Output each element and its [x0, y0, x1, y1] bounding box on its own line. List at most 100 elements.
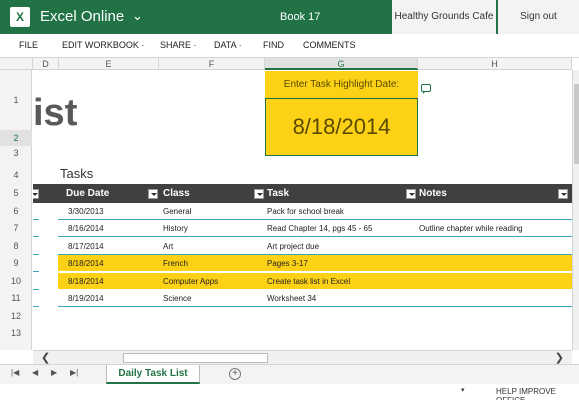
cell-due-date[interactable]: 8/18/2014	[68, 273, 104, 290]
header-class[interactable]: Class	[163, 184, 190, 203]
worksheet-grid: D E F G H 1 2 3 4 5 6 7 8 9 10 11 12 13 …	[0, 58, 572, 350]
row-header-7[interactable]: 7	[0, 220, 32, 237]
row-stub	[33, 290, 39, 307]
column-header-e[interactable]: E	[59, 58, 159, 70]
cell-task[interactable]: Pages 3-17	[267, 255, 308, 272]
row-headers: 1 2 3 4 5 6 7 8 9 10 11 12 13	[0, 70, 32, 350]
row-header-5[interactable]: 5	[0, 184, 32, 203]
horizontal-scrollbar[interactable]: ❮ ❯	[33, 350, 572, 364]
sheet-title[interactable]: ist	[33, 92, 77, 135]
row-stub	[33, 220, 39, 237]
scroll-left-icon[interactable]: ❮	[41, 351, 50, 365]
cell-class[interactable]: Art	[163, 238, 173, 255]
tasks-heading[interactable]: Tasks	[60, 166, 93, 181]
sheet-tab-daily-task-list[interactable]: Daily Task List	[106, 365, 200, 384]
cell-task[interactable]: Art project due	[267, 238, 319, 255]
cell-due-date[interactable]: 8/17/2014	[68, 238, 104, 255]
row-header-1[interactable]: 1	[0, 70, 32, 130]
add-sheet-icon[interactable]: +	[229, 368, 241, 380]
select-all-corner[interactable]	[0, 58, 33, 70]
scroll-right-icon[interactable]: ❯	[555, 351, 564, 365]
table-row[interactable]: 3/30/2013 General Pack for school break	[58, 203, 572, 220]
cell-due-date[interactable]: 3/30/2013	[68, 203, 104, 220]
table-row[interactable]: 8/16/2014 History Read Chapter 14, pgs 45 …	[58, 220, 572, 237]
horizontal-scroll-thumb[interactable]	[123, 353, 268, 363]
account-name-label: Healthy Grounds Cafe	[394, 11, 494, 22]
help-improve-office-link[interactable]: HELP IMPROVE OFFICE	[496, 387, 579, 400]
menu-share[interactable]: SHARE ·	[160, 40, 197, 50]
workbook-name[interactable]: Book 17	[280, 11, 320, 23]
menu-find[interactable]: FIND	[263, 40, 284, 50]
highlight-date-cell[interactable]: 8/18/2014	[265, 98, 418, 156]
sign-out-label: Sign out	[520, 11, 557, 22]
menu-comments[interactable]: COMMENTS	[303, 40, 356, 50]
column-headers: D E F G H	[0, 58, 572, 70]
status-dropdown-icon[interactable]: ▾	[461, 386, 465, 394]
column-header-h[interactable]: H	[418, 58, 572, 70]
cell-class[interactable]: General	[163, 203, 191, 220]
table-row[interactable]: 8/18/2014 French Pages 3-17	[58, 255, 572, 272]
first-sheet-icon[interactable]: |◀	[11, 368, 19, 377]
row-stub	[33, 203, 39, 220]
menu-edit-workbook[interactable]: EDIT WORKBOOK ·	[62, 40, 144, 50]
cell-task[interactable]: Create task list in Excel	[267, 273, 350, 290]
header-task[interactable]: Task	[267, 184, 289, 203]
vertical-scroll-thumb[interactable]	[574, 84, 579, 164]
cell-class[interactable]: French	[163, 255, 188, 272]
comment-icon[interactable]	[421, 84, 431, 94]
column-header-g[interactable]: G	[265, 58, 418, 70]
cell-task[interactable]: Worksheet 34	[267, 290, 316, 307]
header-notes[interactable]: Notes	[419, 184, 447, 203]
app-name[interactable]: Excel Online	[40, 8, 124, 25]
cell-due-date[interactable]: 8/18/2014	[68, 255, 104, 272]
row-header-4[interactable]: 4	[0, 160, 32, 184]
sheet-tab-label: Daily Task List	[118, 368, 188, 379]
row-stub	[33, 255, 39, 272]
table-row[interactable]: 8/17/2014 Art Art project due	[58, 238, 572, 255]
chevron-down-icon[interactable]: ⌄	[132, 8, 143, 24]
filter-dropdown-icon[interactable]	[558, 189, 568, 199]
row-header-6[interactable]: 6	[0, 203, 32, 220]
title-bar: X Excel Online ⌄ Book 17 Healthy Grounds…	[0, 0, 579, 34]
prev-sheet-icon[interactable]: ◀	[32, 368, 38, 377]
cell-class[interactable]: Science	[163, 290, 191, 307]
table-row[interactable]: 8/19/2014 Science Worksheet 34	[58, 290, 572, 307]
row-header-8[interactable]: 8	[0, 237, 32, 255]
cell-notes[interactable]: Outline chapter while reading	[419, 220, 523, 237]
row-header-11[interactable]: 11	[0, 290, 32, 307]
row-header-9[interactable]: 9	[0, 255, 32, 272]
cell-class[interactable]: History	[163, 220, 188, 237]
cell-class[interactable]: Computer Apps	[163, 273, 218, 290]
row-stub	[33, 273, 39, 290]
menu-file[interactable]: FILE	[19, 40, 38, 50]
filter-dropdown-icon[interactable]	[33, 189, 39, 199]
highlight-date-label-cell[interactable]: Enter Task Highlight Date:	[265, 71, 418, 98]
excel-logo-icon[interactable]: X	[10, 7, 30, 27]
account-name[interactable]: Healthy Grounds Cafe	[392, 0, 496, 34]
table-row[interactable]: 8/18/2014 Computer Apps Create task list i…	[58, 273, 572, 290]
header-due-date[interactable]: Due Date	[66, 184, 109, 203]
column-header-d[interactable]: D	[33, 58, 59, 70]
row-header-3[interactable]: 3	[0, 146, 32, 160]
cell-task[interactable]: Pack for school break	[267, 203, 344, 220]
filter-dropdown-icon[interactable]	[148, 189, 158, 199]
filter-dropdown-icon[interactable]	[254, 189, 264, 199]
sign-out-button[interactable]: Sign out	[498, 0, 579, 34]
row-header-2[interactable]: 2	[0, 130, 32, 146]
ribbon-menu: FILE EDIT WORKBOOK · SHARE · DATA · FIND…	[0, 34, 579, 58]
cell-task[interactable]: Read Chapter 14, pgs 45 - 65	[267, 220, 372, 237]
filter-dropdown-icon[interactable]	[406, 189, 416, 199]
cell-due-date[interactable]: 8/19/2014	[68, 290, 104, 307]
vertical-scrollbar[interactable]	[572, 70, 579, 350]
cell-due-date[interactable]: 8/16/2014	[68, 220, 104, 237]
menu-data[interactable]: DATA ·	[214, 40, 242, 50]
row-header-13[interactable]: 13	[0, 325, 32, 342]
column-header-f[interactable]: F	[159, 58, 265, 70]
row-header-10[interactable]: 10	[0, 272, 32, 290]
table-header-row: Due Date Class Task Notes	[33, 184, 572, 203]
cells-area[interactable]: ist Enter Task Highlight Date: 8/18/2014…	[33, 70, 572, 350]
last-sheet-icon[interactable]: ▶|	[70, 368, 78, 377]
row-stub	[33, 238, 39, 255]
row-header-12[interactable]: 12	[0, 307, 32, 325]
next-sheet-icon[interactable]: ▶	[51, 368, 57, 377]
